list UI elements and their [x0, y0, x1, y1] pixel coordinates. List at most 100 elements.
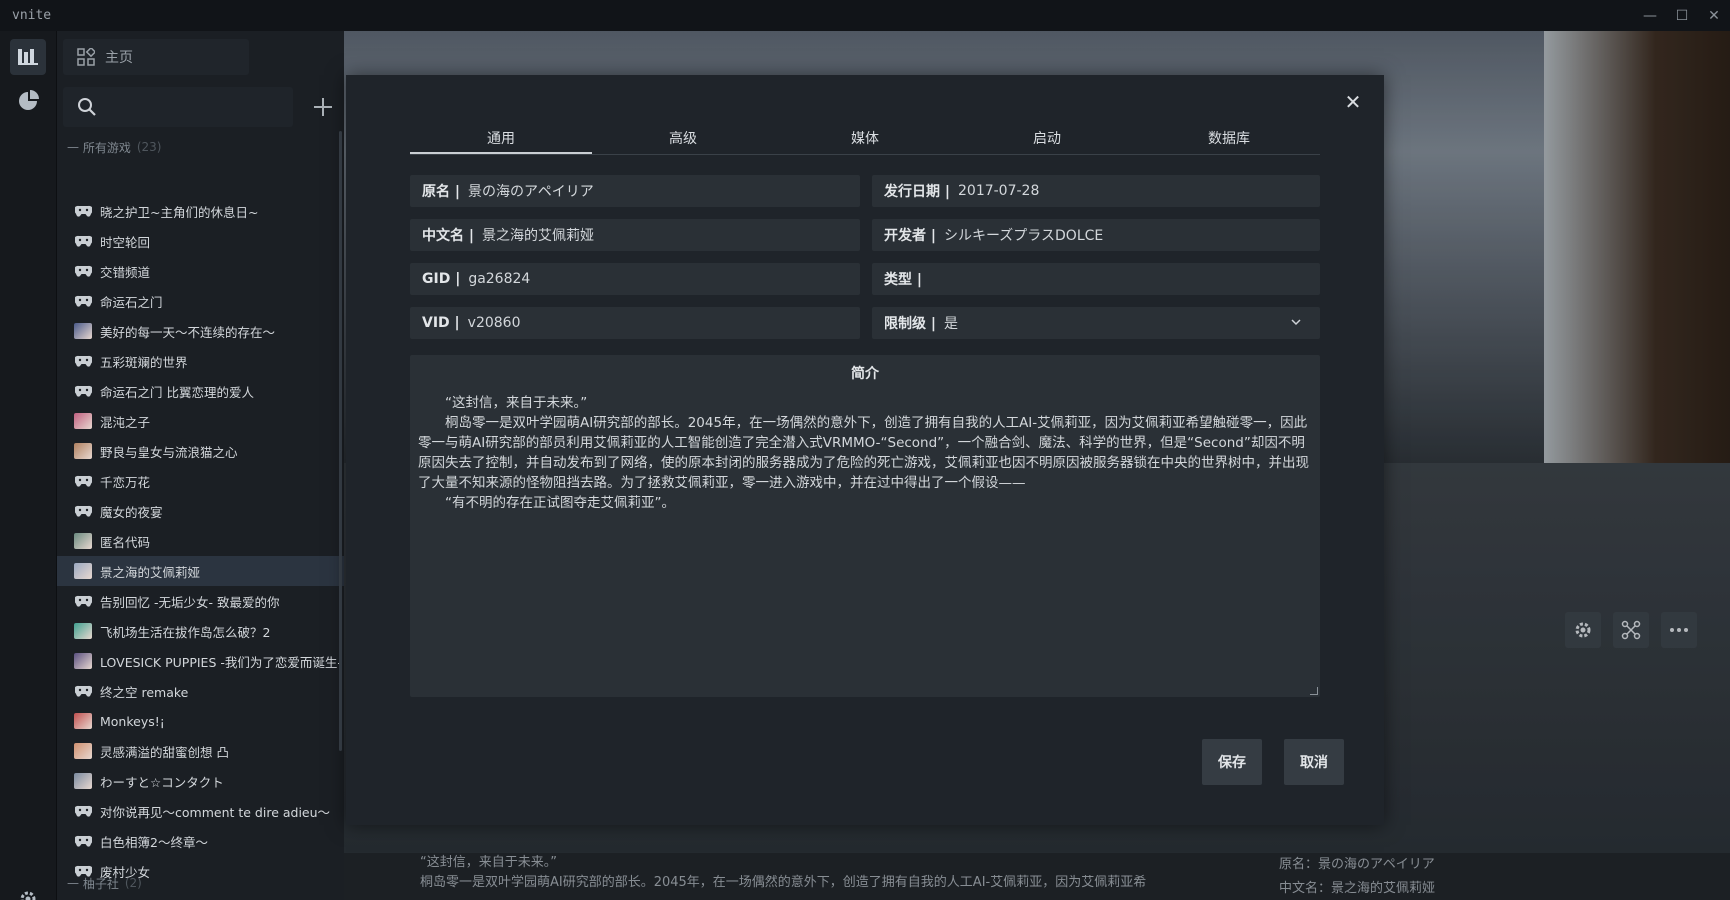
minimize-button[interactable]: —: [1634, 0, 1666, 31]
game-title: 美好的每一天～不连续的存在～: [100, 324, 276, 340]
game-title: 终之空 remake: [100, 684, 189, 700]
game-thumbnail: [74, 743, 92, 759]
game-list-item[interactable]: 告别回忆 -无垢少女- 致最爱的你: [57, 586, 344, 616]
save-button[interactable]: 保存: [1202, 739, 1262, 785]
game-list-item[interactable]: 晓之护卫~主角们的休息日~: [57, 196, 344, 226]
search-row: [63, 87, 343, 127]
group-header-yuzusoft[interactable]: — 柚子社 (2): [67, 874, 142, 892]
gamepad-icon: [74, 683, 92, 699]
description-text: “这封信，来自于未来。” 桐岛零一是双叶学园萌AI研究部的部长。2045年，在一…: [418, 395, 1309, 511]
game-title: 千恋万花: [100, 474, 151, 490]
restricted-select[interactable]: 限制级 | 是: [872, 307, 1320, 339]
game-list-item[interactable]: 交错频道: [57, 256, 344, 286]
game-list-item[interactable]: わーすと☆コンタクト: [57, 766, 344, 796]
game-list-item[interactable]: 命运石之门 比翼恋理的爱人: [57, 376, 344, 406]
game-title: 晓之护卫~主角们的休息日~: [100, 204, 259, 220]
game-list-item[interactable]: LOVESICK PUPPIES -我们为了恋爱而诞生-: [57, 646, 344, 676]
game-list-item[interactable]: 野良与皇女与流浪猫之心: [57, 436, 344, 466]
game-title: 飞机场生活在拔作岛怎么破？2: [100, 624, 271, 640]
game-thumbnail: [74, 563, 92, 579]
game-list-item[interactable]: 景之海的艾佩莉娅: [57, 556, 344, 586]
cancel-button[interactable]: 取消: [1284, 739, 1344, 785]
release-date-field[interactable]: 发行日期 | 2017-07-28: [872, 175, 1320, 207]
search-input[interactable]: [63, 87, 293, 127]
game-list-item[interactable]: 命运石之门: [57, 286, 344, 316]
game-list-item[interactable]: 时空轮回: [57, 226, 344, 256]
plus-icon: [314, 98, 332, 116]
game-title: 告别回忆 -无垢少女- 致最爱的你: [100, 594, 280, 610]
stats-pie-icon[interactable]: [10, 83, 46, 119]
game-title: 时空轮回: [100, 234, 151, 250]
game-list-item[interactable]: 千恋万花: [57, 466, 344, 496]
game-thumbnail: [74, 623, 92, 639]
game-list-item[interactable]: 魔女的夜宴: [57, 496, 344, 526]
icon-rail: [0, 31, 57, 900]
original-name-field[interactable]: 原名 | 景の海のアペイリア: [410, 175, 860, 207]
cover-thumbnail: [74, 623, 92, 639]
game-thumbnail: [74, 533, 92, 549]
developer-field[interactable]: 开发者 | シルキーズプラスDOLCE: [872, 219, 1320, 251]
gamepad-icon: [74, 233, 92, 249]
game-list-item[interactable]: 白色相簿2～终章～: [57, 826, 344, 856]
gamepad-icon: [74, 293, 92, 309]
tab-database[interactable]: 数据库: [1138, 125, 1320, 154]
cover-thumbnail: [74, 533, 92, 549]
genre-field[interactable]: 类型 |: [872, 263, 1320, 295]
game-list-item[interactable]: 匿名代码: [57, 526, 344, 556]
game-title: 景之海的艾佩莉娅: [100, 564, 201, 580]
game-title: 白色相簿2～终章～: [100, 834, 208, 850]
game-title: LOVESICK PUPPIES -我们为了恋爱而诞生-: [100, 654, 342, 670]
cover-thumbnail: [74, 653, 92, 669]
gid-field[interactable]: GID | ga26824: [410, 263, 860, 295]
window-controls: — ☐ ✕: [1634, 0, 1730, 31]
game-list-item[interactable]: 五彩斑斓的世界: [57, 346, 344, 376]
gamepad-icon: [74, 803, 92, 819]
sidebar-scrollbar[interactable]: [339, 131, 342, 751]
game-title: わーすと☆コンタクト: [100, 774, 224, 790]
resize-grip[interactable]: [1310, 687, 1318, 695]
game-list-item[interactable]: 灵感满溢的甜蜜创想 凸: [57, 736, 344, 766]
home-button[interactable]: 主页: [63, 39, 249, 75]
gamepad-icon: [74, 263, 92, 279]
cover-thumbnail: [74, 563, 92, 579]
game-list-item[interactable]: 飞机场生活在拔作岛怎么破？2: [57, 616, 344, 646]
dialog-close-icon[interactable]: ✕: [1340, 89, 1366, 115]
add-game-button[interactable]: [303, 87, 343, 127]
tab-advanced[interactable]: 高级: [592, 125, 774, 154]
cover-thumbnail: [74, 743, 92, 759]
cover-thumbnail: [74, 443, 92, 459]
vid-field[interactable]: VID | v20860: [410, 307, 860, 339]
game-title: 混沌之子: [100, 414, 151, 430]
title-bar: vnite — ☐ ✕: [0, 0, 1730, 31]
game-list-item[interactable]: Monkeys!¡: [57, 706, 344, 736]
game-list-item[interactable]: 对你说再见～comment te dire adieu～: [57, 796, 344, 826]
game-title: 五彩斑斓的世界: [100, 354, 188, 370]
game-title: 魔女的夜宴: [100, 504, 163, 520]
game-title: 对你说再见～comment te dire adieu～: [100, 804, 331, 820]
description-textarea[interactable]: 简介 “这封信，来自于未来。” 桐岛零一是双叶学园萌AI研究部的部长。2045年…: [410, 355, 1320, 697]
chinese-name-field[interactable]: 中文名 | 景之海的艾佩莉娅: [410, 219, 860, 251]
search-icon: [78, 98, 96, 116]
gamepad-icon: [74, 473, 92, 489]
game-list-item[interactable]: 美好的每一天～不连续的存在～: [57, 316, 344, 346]
cover-thumbnail: [74, 713, 92, 729]
game-thumbnail: [74, 443, 92, 459]
game-properties-dialog: ✕ 通用 高级 媒体 启动 数据库 原名 | 景の海のアペイリア 发行日期 | …: [346, 75, 1384, 825]
game-list-item[interactable]: 终之空 remake: [57, 676, 344, 706]
chevron-down-icon: [1291, 319, 1301, 326]
settings-gear-icon[interactable]: [18, 889, 38, 900]
tab-launch[interactable]: 启动: [956, 125, 1138, 154]
tab-general[interactable]: 通用: [410, 125, 592, 154]
library-icon[interactable]: [10, 39, 46, 75]
tab-media[interactable]: 媒体: [774, 125, 956, 154]
grid-icon: [77, 48, 95, 66]
description-title: 简介: [851, 366, 879, 382]
gamepad-icon: [74, 383, 92, 399]
group-header-all-games[interactable]: — 所有游戏 (23): [67, 138, 161, 156]
gamepad-icon: [74, 353, 92, 369]
game-title: 野良与皇女与流浪猫之心: [100, 444, 238, 460]
game-list-item[interactable]: 混沌之子: [57, 406, 344, 436]
window-close-button[interactable]: ✕: [1698, 0, 1730, 31]
maximize-button[interactable]: ☐: [1666, 0, 1698, 31]
game-thumbnail: [74, 413, 92, 429]
